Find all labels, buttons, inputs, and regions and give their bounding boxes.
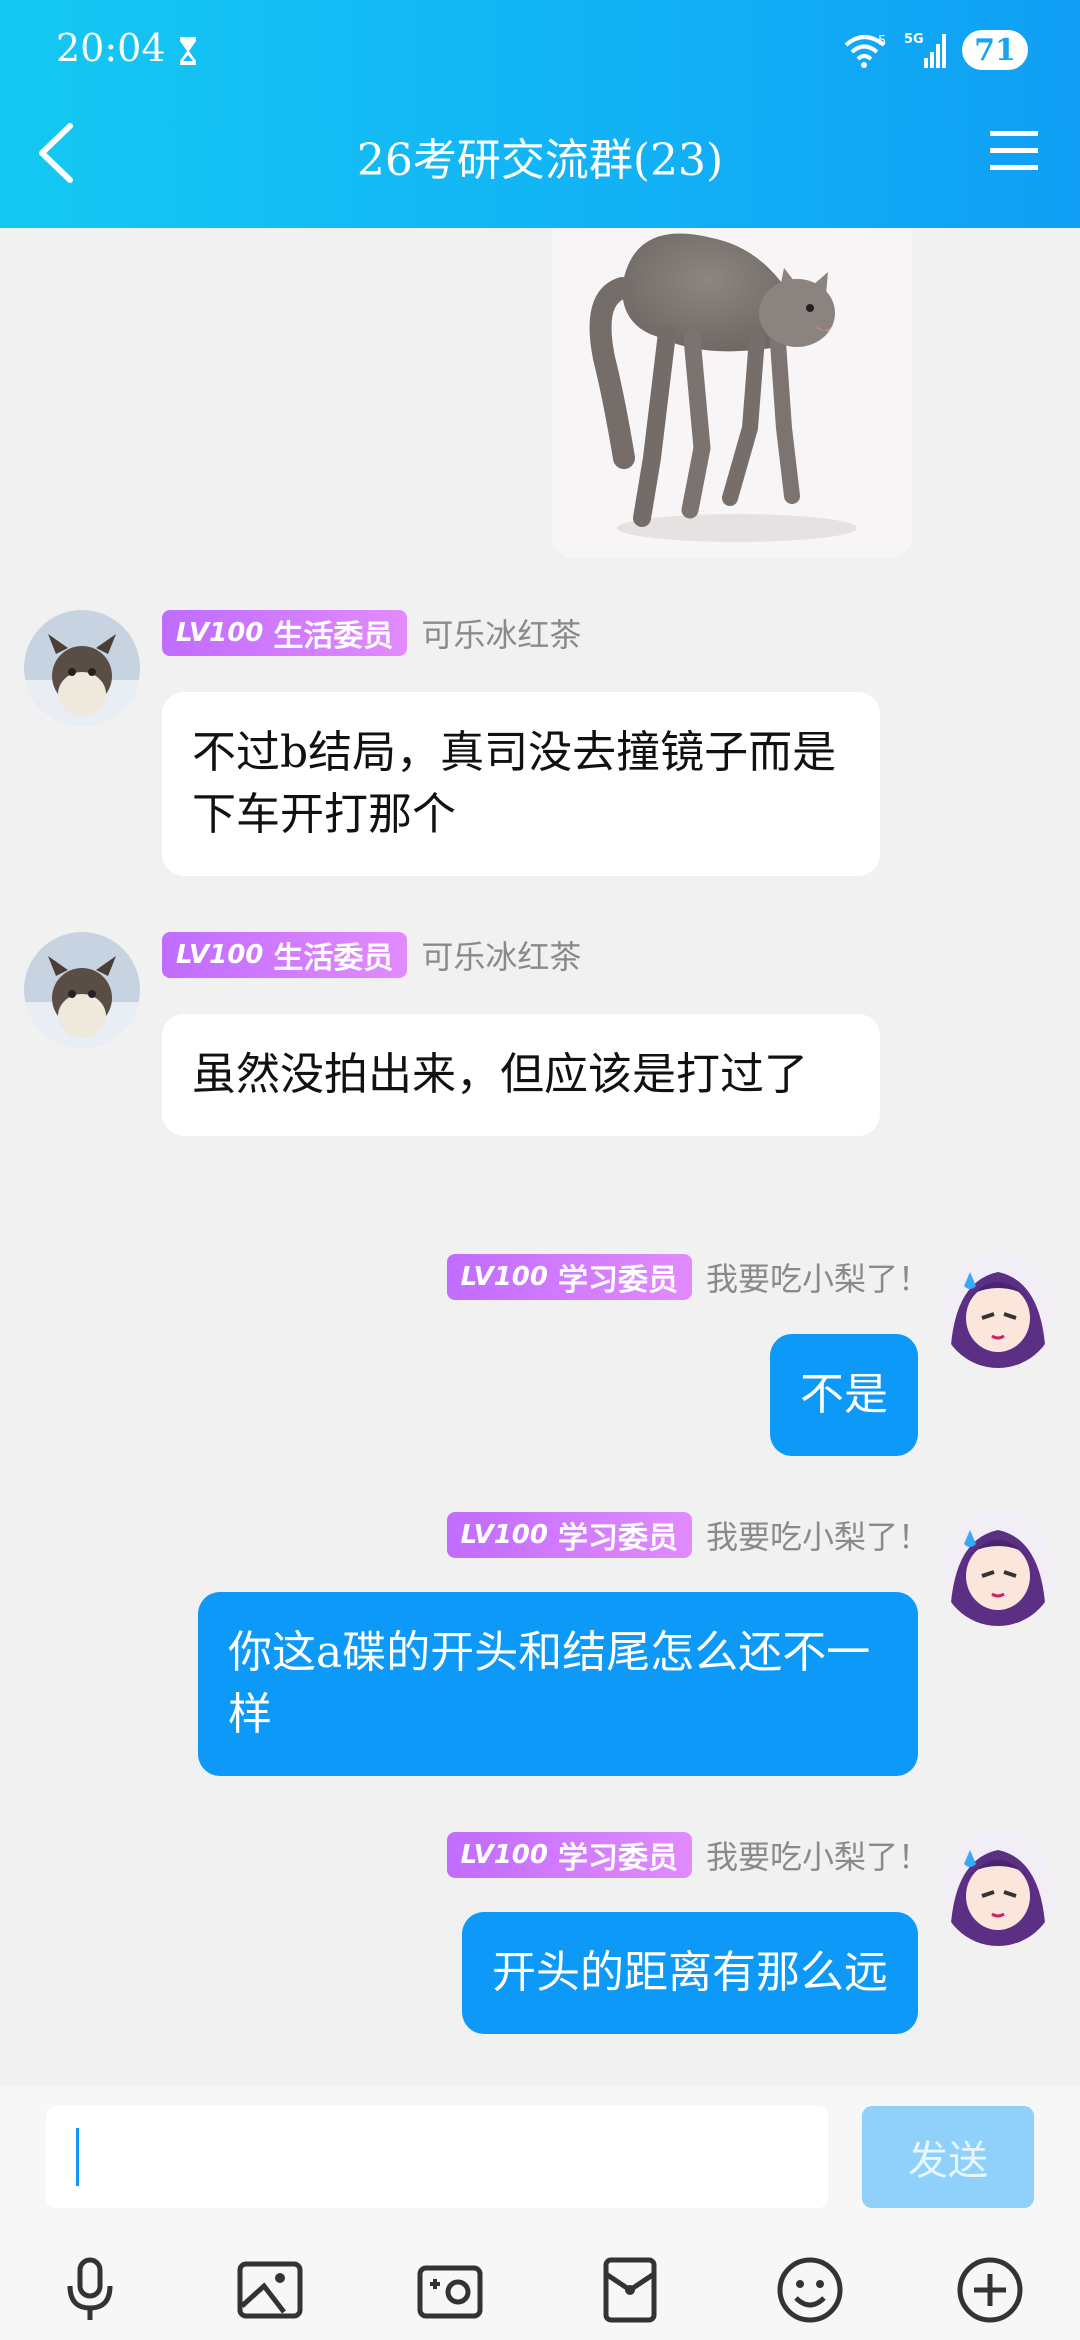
send-button[interactable]: 发送 <box>862 2106 1034 2208</box>
header: 20:04 5 5G 71 26考研交流群(23) <box>0 0 1080 228</box>
member-badge: LV100 学习委员 <box>446 1832 692 1878</box>
sender-name: 可乐冰红茶 <box>421 938 582 976</box>
image-icon[interactable] <box>230 2250 310 2330</box>
message-bubble[interactable]: 开头的距离有那么远 <box>462 1912 918 2034</box>
microphone-icon[interactable] <box>50 2250 130 2330</box>
message-bubble[interactable]: 你这a碟的开头和结尾怎么还不一样 <box>198 1592 918 1776</box>
text-cursor <box>76 2128 79 2186</box>
anime-avatar-image <box>940 1510 1056 1626</box>
svg-text:5: 5 <box>878 34 886 49</box>
cat-sticker-image[interactable] <box>552 228 912 558</box>
message-meta: LV100 学习委员 我要吃小梨了！ <box>446 1512 930 1558</box>
plus-icon[interactable] <box>950 2250 1030 2330</box>
member-badge: LV100 学习委员 <box>446 1254 692 1300</box>
message-input[interactable] <box>46 2106 828 2208</box>
sender-name: 可乐冰红茶 <box>421 616 582 654</box>
message-meta: LV100 学习委员 我要吃小梨了！ <box>446 1832 930 1878</box>
cat-illustration <box>552 228 912 558</box>
avatar[interactable] <box>940 1252 1056 1368</box>
cat-avatar-image <box>24 932 140 1048</box>
avatar[interactable] <box>940 1830 1056 1946</box>
input-bar: 发送 <box>0 2086 1080 2340</box>
hourglass-icon <box>180 37 196 65</box>
message-bubble[interactable]: 不过b结局，真司没去撞镜子而是下车开打那个 <box>162 692 880 876</box>
avatar[interactable] <box>940 1510 1056 1626</box>
chat-area[interactable]: LV100 生活委员 可乐冰红茶 不过b结局，真司没去撞镜子而是下车开打那个 L… <box>0 228 1080 2086</box>
cat-avatar-image <box>24 610 140 726</box>
message-meta: LV100 学习委员 我要吃小梨了！ <box>446 1254 930 1300</box>
status-time: 20:04 <box>56 26 166 70</box>
member-badge: LV100 生活委员 <box>162 932 408 978</box>
camera-icon[interactable] <box>410 2250 490 2330</box>
chat-title: 26考研交流群(23) <box>356 135 724 186</box>
message-bubble[interactable]: 不是 <box>770 1334 918 1456</box>
sender-name: 我要吃小梨了！ <box>705 1518 930 1556</box>
back-button[interactable] <box>30 118 80 188</box>
member-badge: LV100 学习委员 <box>446 1512 692 1558</box>
member-badge: LV100 生活委员 <box>162 610 408 656</box>
avatar[interactable] <box>24 610 140 726</box>
avatar[interactable] <box>24 932 140 1048</box>
sender-name: 我要吃小梨了！ <box>705 1260 930 1298</box>
svg-text:5G: 5G <box>904 32 924 47</box>
message-bubble[interactable]: 虽然没拍出来，但应该是打过了 <box>162 1014 880 1136</box>
menu-button[interactable] <box>988 128 1040 174</box>
emoji-icon[interactable] <box>770 2250 850 2330</box>
message-meta: LV100 生活委员 可乐冰红茶 <box>162 610 581 656</box>
wifi-icon: 5 <box>844 34 886 68</box>
anime-avatar-image <box>940 1830 1056 1946</box>
signal-icon: 5G <box>904 32 946 68</box>
battery-indicator: 71 <box>962 30 1028 70</box>
red-packet-icon[interactable] <box>590 2250 670 2330</box>
sender-name: 我要吃小梨了！ <box>705 1838 930 1876</box>
message-meta: LV100 生活委员 可乐冰红茶 <box>162 932 581 978</box>
status-icons: 5 5G 71 <box>844 28 1028 72</box>
anime-avatar-image <box>940 1252 1056 1368</box>
